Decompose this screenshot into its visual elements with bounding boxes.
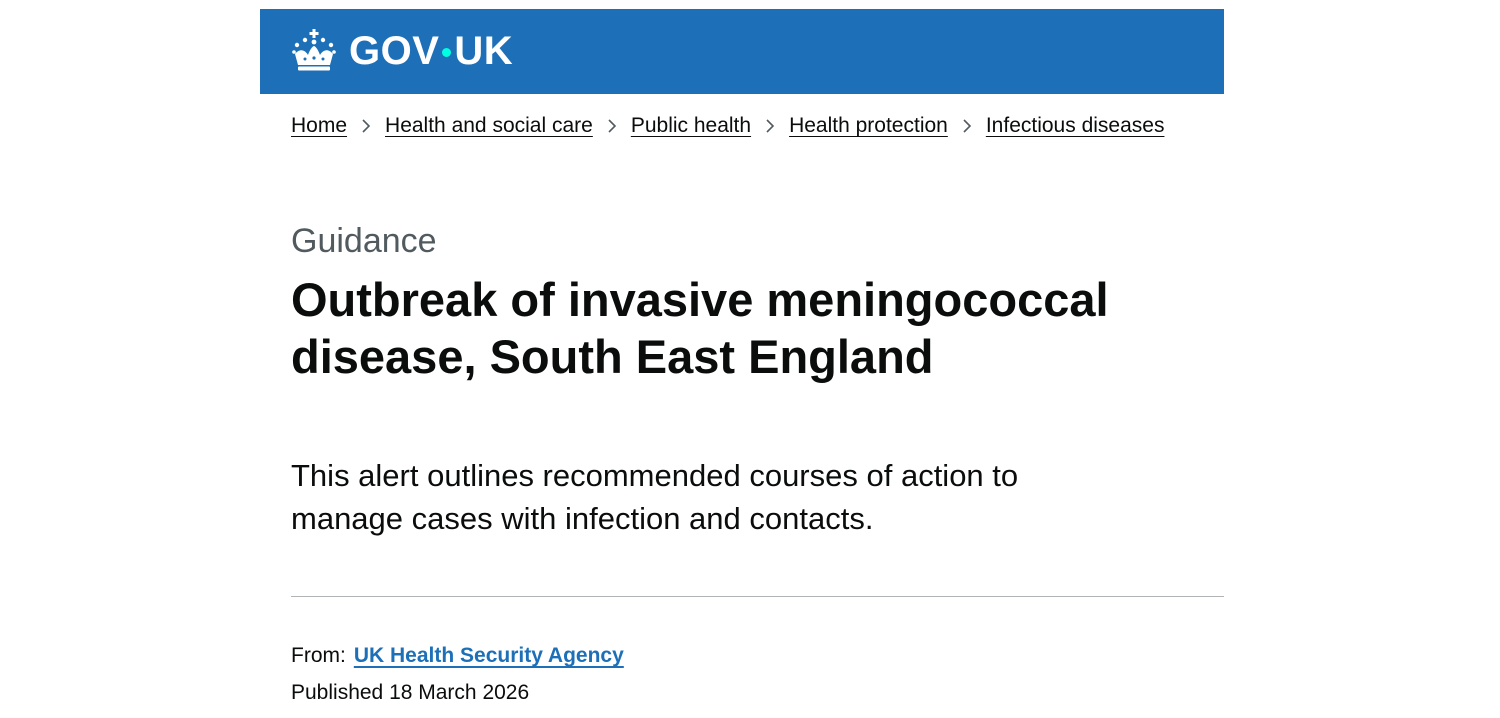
page-caption: Guidance [291, 222, 437, 260]
crown-icon [292, 29, 336, 71]
breadcrumb-health-and-social-care[interactable]: Health and social care [385, 114, 593, 138]
from-label: From: [291, 644, 346, 667]
chevron-right-icon [766, 119, 775, 133]
breadcrumb-home[interactable]: Home [291, 114, 347, 138]
page-title: Outbreak of invasive meningococcal disea… [291, 273, 1109, 383]
govuk-wordmark: GOV UK [349, 31, 513, 71]
breadcrumb-health-protection[interactable]: Health protection [789, 114, 948, 138]
breadcrumb-public-health[interactable]: Public health [631, 114, 751, 138]
logo-text-gov: GOV [349, 29, 440, 73]
section-divider [291, 596, 1224, 597]
chevron-right-icon [608, 119, 616, 133]
breadcrumb-infectious-diseases[interactable]: Infectious diseases [986, 114, 1165, 138]
logo-dot [442, 47, 452, 57]
chevron-right-icon [362, 119, 371, 133]
organisation-link[interactable]: UK Health Security Agency [354, 644, 624, 668]
logo-text-uk: UK [454, 29, 514, 73]
site-header: GOV UK [260, 9, 1224, 94]
chevron-right-icon [963, 119, 971, 133]
published-date: Published 18 March 2026 [291, 681, 530, 704]
from-row: From: UK Health Security Agency [291, 644, 624, 668]
breadcrumb: Home Health and social care Public healt… [291, 114, 1164, 138]
lead-paragraph: This alert outlines recommended courses … [291, 458, 1019, 536]
govuk-logo-link[interactable]: GOV UK [291, 25, 513, 77]
